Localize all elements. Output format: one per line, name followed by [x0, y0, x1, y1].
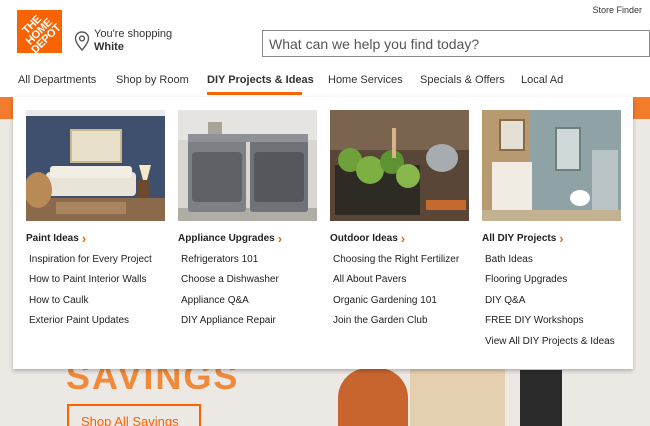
chevron-right-icon: › [559, 231, 564, 246]
chevron-right-icon: › [277, 231, 283, 246]
appliance-upgrades-title: Appliance Upgrades [178, 233, 275, 244]
outdoor-ideas-link[interactable]: Outdoor Ideas › [330, 231, 405, 246]
list-item[interactable]: Bath Ideas [485, 250, 615, 270]
list-item[interactable]: How to Paint Interior Walls [29, 270, 152, 290]
outdoor-links-list: Choosing the Right Fertilizer All About … [333, 250, 459, 332]
nav-all-departments[interactable]: All Departments [18, 74, 96, 86]
chevron-right-icon: › [81, 231, 87, 246]
garden-seedlings-image[interactable] [330, 110, 469, 221]
list-item[interactable]: Appliance Q&A [181, 291, 279, 311]
soil-bag-image [410, 368, 505, 426]
home-depot-logo[interactable]: THE HOME DEPOT [17, 10, 62, 53]
list-item[interactable]: Choose a Dishwasher [181, 270, 279, 290]
all-diy-links-list: Bath Ideas Flooring Upgrades DIY Q&A FRE… [485, 250, 615, 352]
list-item[interactable]: Join the Garden Club [333, 311, 459, 331]
appliance-upgrades-link[interactable]: Appliance Upgrades › [178, 231, 282, 246]
nav-home-services[interactable]: Home Services [328, 74, 403, 86]
shop-all-savings-button[interactable]: Shop All Savings [67, 404, 201, 426]
active-nav-indicator [207, 92, 302, 95]
all-diy-projects-link[interactable]: All DIY Projects › [482, 231, 564, 246]
nav-specials-offers[interactable]: Specials & Offers [420, 74, 505, 86]
location-pin-icon [74, 31, 90, 51]
list-item[interactable]: Flooring Upgrades [485, 270, 615, 290]
paint-ideas-link[interactable]: Paint Ideas › [26, 231, 86, 246]
list-item[interactable]: View All DIY Projects & Ideas [485, 332, 615, 352]
list-item[interactable]: DIY Q&A [485, 291, 615, 311]
appliance-links-list: Refrigerators 101 Choose a Dishwasher Ap… [181, 250, 279, 332]
list-item[interactable]: FREE DIY Workshops [485, 311, 615, 331]
nav-diy-projects[interactable]: DIY Projects & Ideas [207, 74, 314, 86]
nav-local-ad[interactable]: Local Ad [521, 74, 563, 86]
store-label: You're shopping [94, 28, 173, 40]
laundry-appliances-image[interactable] [178, 110, 317, 221]
chevron-right-icon: › [400, 231, 406, 246]
list-item[interactable]: How to Caulk [29, 291, 152, 311]
diy-dropdown-panel: Paint Ideas › Inspiration for Every Proj… [13, 97, 633, 369]
store-finder-link[interactable]: Store Finder [592, 5, 642, 15]
outdoor-ideas-title: Outdoor Ideas [330, 233, 398, 244]
living-room-image[interactable] [26, 110, 165, 221]
nav-shop-by-room[interactable]: Shop by Room [116, 74, 189, 86]
mums-image [338, 368, 408, 426]
list-item[interactable]: All About Pavers [333, 270, 459, 290]
list-item[interactable]: Inspiration for Every Project [29, 250, 152, 270]
paint-ideas-title: Paint Ideas [26, 233, 79, 244]
bathroom-image[interactable] [482, 110, 621, 221]
list-item[interactable]: Organic Gardening 101 [333, 291, 459, 311]
all-diy-projects-title: All DIY Projects [482, 233, 557, 244]
list-item[interactable]: Refrigerators 101 [181, 250, 279, 270]
list-item[interactable]: Choosing the Right Fertilizer [333, 250, 459, 270]
paint-links-list: Inspiration for Every Project How to Pai… [29, 250, 152, 332]
search-input[interactable] [262, 30, 650, 57]
grill-image [520, 370, 562, 426]
store-selector[interactable]: You're shopping White [74, 28, 172, 54]
main-nav: All Departments Shop by Room DIY Project… [0, 74, 650, 94]
list-item[interactable]: DIY Appliance Repair [181, 311, 279, 331]
logo-text: THE HOME DEPOT [20, 12, 62, 53]
list-item[interactable]: Exterior Paint Updates [29, 311, 152, 331]
store-name: White [94, 41, 124, 53]
